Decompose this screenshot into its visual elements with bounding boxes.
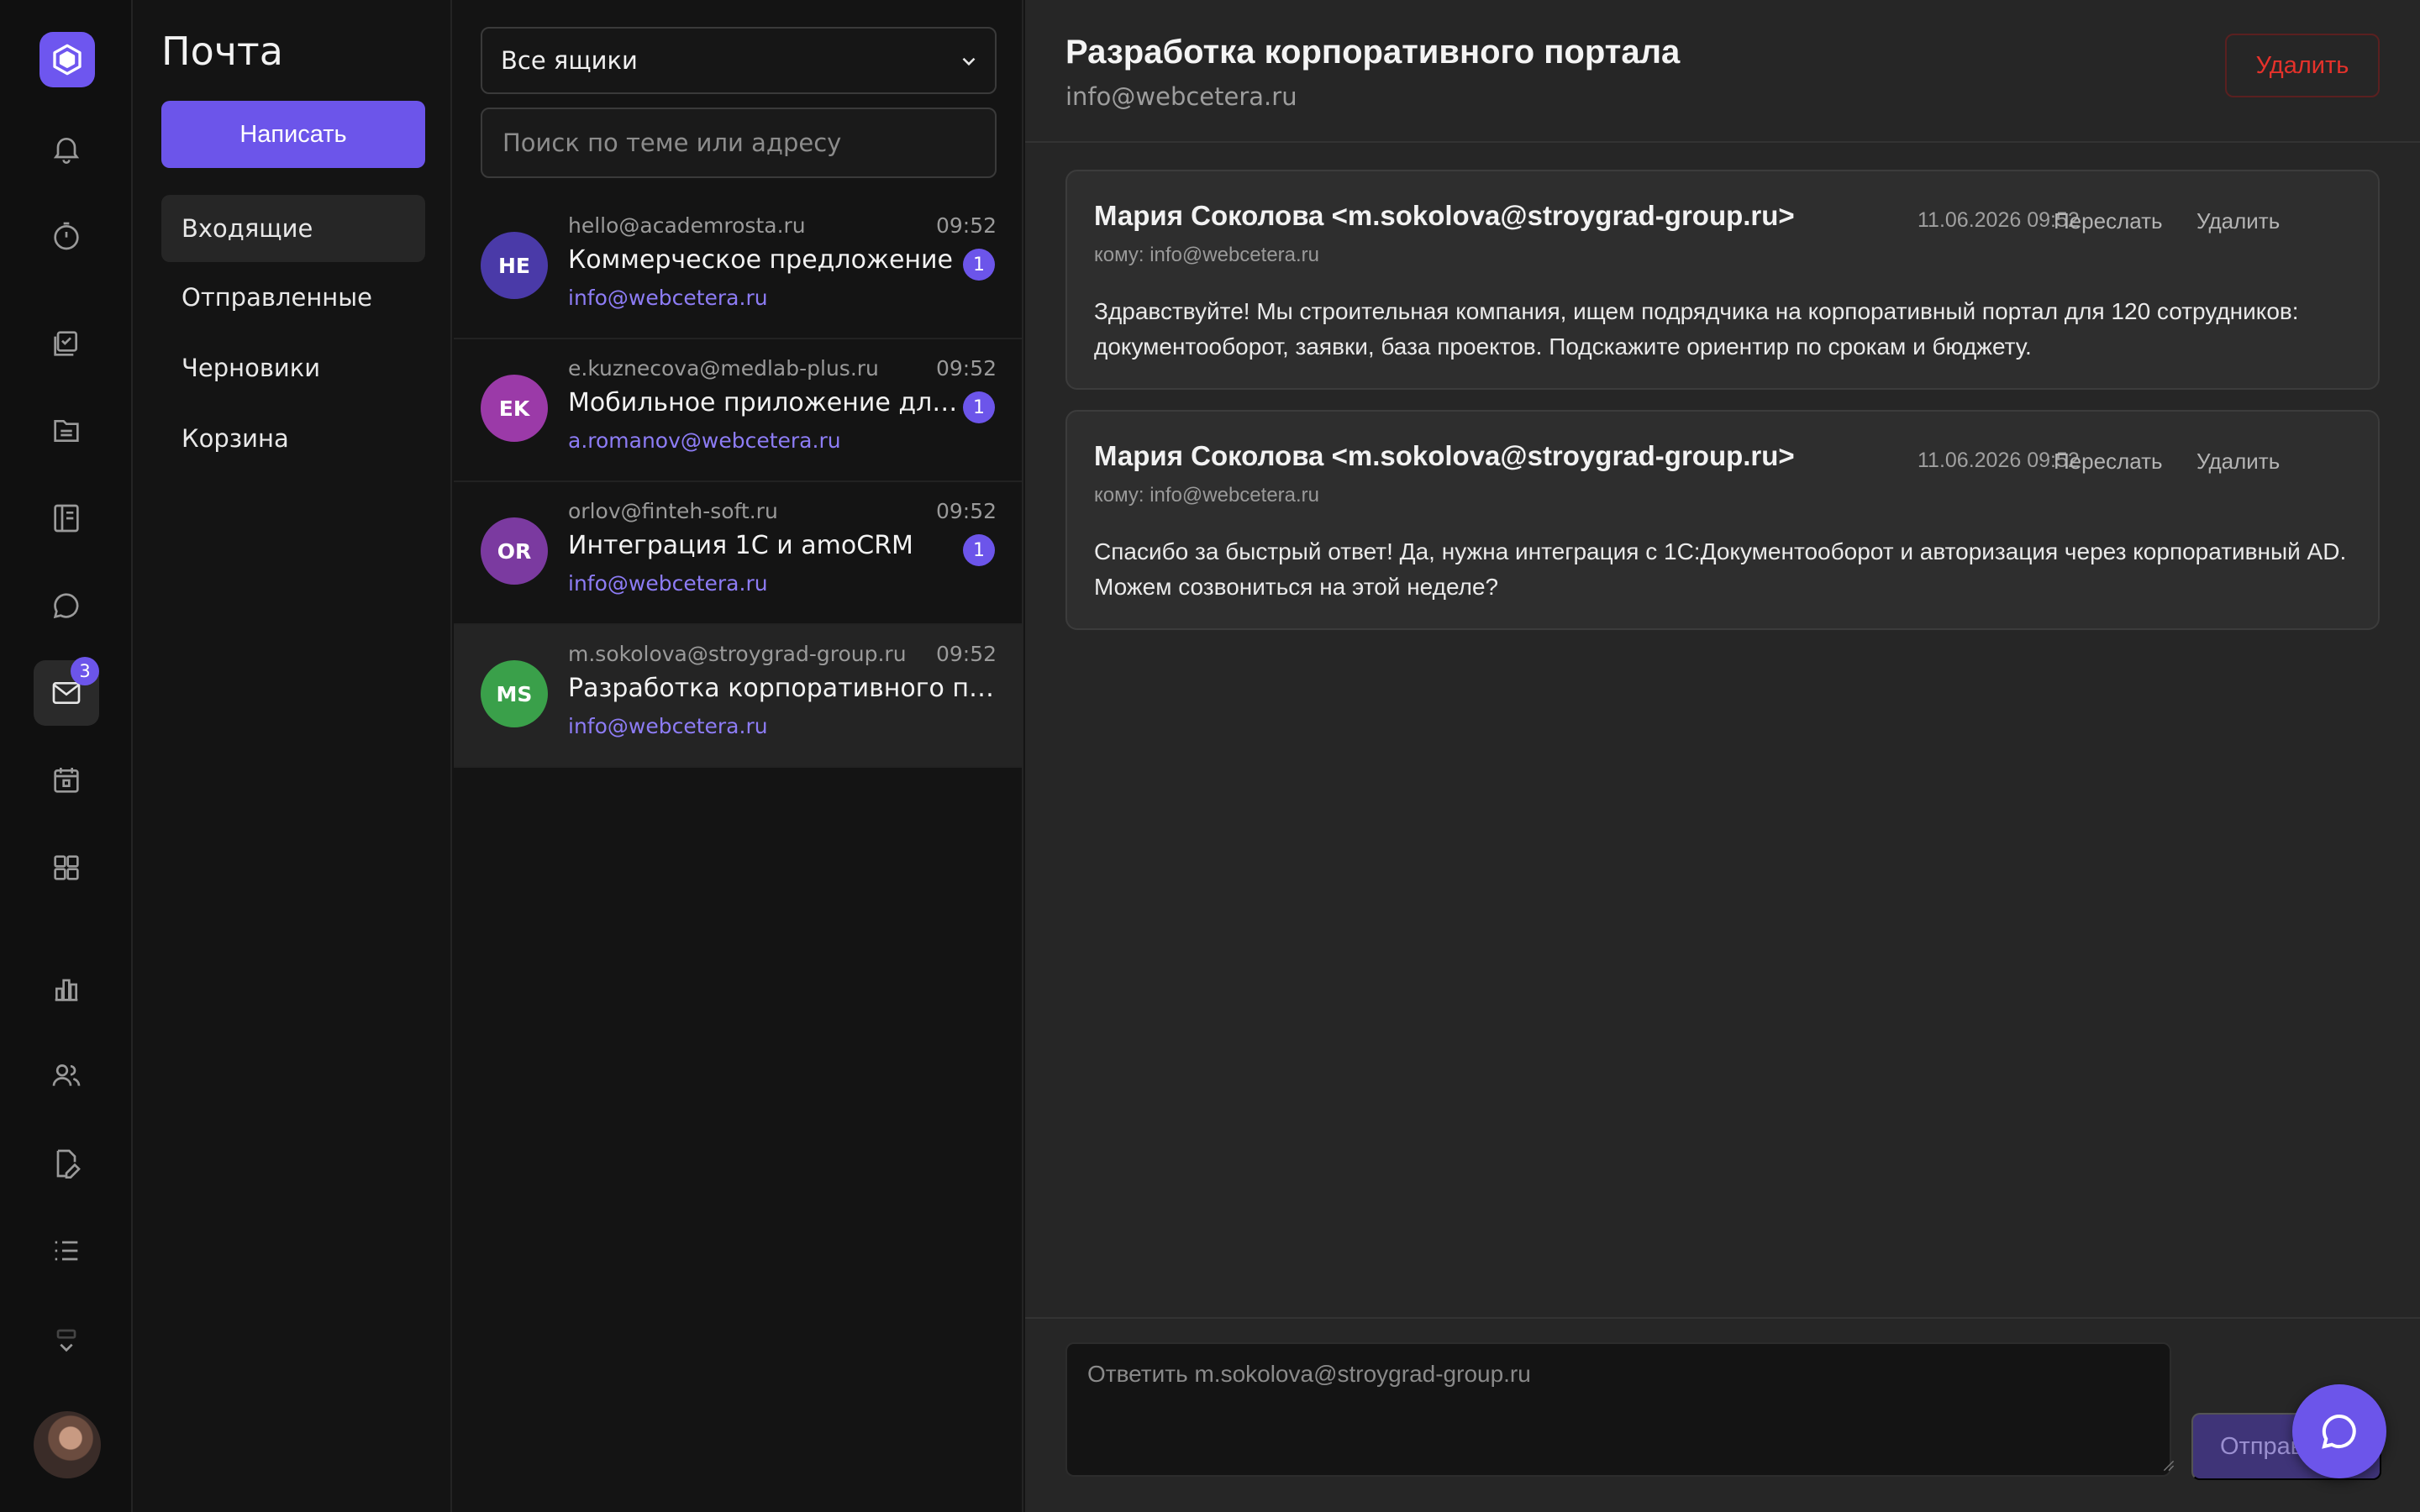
thread-item[interactable]: EK e.kuznecova@medlab-plus.ru 09:52 Моби… (454, 339, 1022, 482)
bar-chart-icon[interactable] (34, 956, 99, 1021)
thread-time: 09:52 (935, 499, 997, 523)
message-card: Мария Соколова <m.sokolova@stroygrad-gro… (1065, 170, 2380, 390)
folder-icon[interactable] (34, 398, 99, 464)
chevron-down-icon[interactable] (34, 1310, 99, 1376)
chevron-down-icon (962, 57, 976, 66)
forward-button[interactable]: Переслать (2054, 449, 2163, 475)
message-card: Мария Соколова <m.sokolova@stroygrad-gro… (1065, 410, 2380, 630)
message-sender: Мария Соколова <m.sokolova@stroygrad-gro… (1094, 440, 1795, 471)
folder-trash[interactable]: Корзина (161, 405, 425, 472)
forward-button[interactable]: Переслать (2054, 208, 2163, 234)
reading-pane: Разработка корпоративного портала info@w… (1025, 0, 2420, 1512)
reply-bar: Ответить m.sokolova@stroygrad-group.ru О… (1025, 1317, 2420, 1512)
apps-grid-icon[interactable] (34, 835, 99, 900)
tasks-icon[interactable] (34, 311, 99, 376)
mail-icon[interactable]: 3 (34, 657, 99, 726)
thread-time: 09:52 (935, 213, 997, 238)
cube-logo-icon[interactable] (39, 32, 95, 87)
unread-count-badge: 1 (963, 391, 995, 423)
thread-from: e.kuznecova@medlab-plus.ru (568, 356, 879, 381)
thread-time: 09:52 (935, 642, 997, 666)
notebook-icon[interactable] (34, 486, 99, 551)
search-input[interactable]: Поиск по теме или адресу (481, 108, 997, 178)
thread-item-selected[interactable]: MS m.sokolova@stroygrad-group.ru 09:52 Р… (454, 625, 1022, 768)
thread-item[interactable]: HE hello@academrosta.ru 09:52 Коммерческ… (454, 197, 1022, 339)
delete-message-button[interactable]: Удалить (2196, 208, 2280, 234)
thread-from: m.sokolova@stroygrad-group.ru (568, 642, 907, 666)
thread-from: orlov@finteh-soft.ru (568, 499, 778, 523)
mailbox-select[interactable]: Все ящики (481, 27, 997, 94)
mail-unread-badge: 3 (71, 657, 99, 685)
sender-avatar: MS (481, 660, 548, 727)
thread-from: hello@academrosta.ru (568, 213, 806, 238)
mailbox-select-value: Все ящики (501, 46, 638, 75)
thread-title: Разработка корпоративного портала (1065, 34, 1681, 71)
unread-count-badge: 1 (963, 534, 995, 566)
message-body: Спасибо за быстрый ответ! Да, нужна инте… (1094, 538, 2347, 600)
page-title: Почта (161, 29, 283, 74)
message-recipient: кому: info@webcetera.ru (1094, 484, 1320, 507)
thread-time: 09:52 (935, 356, 997, 381)
reader-header: Разработка корпоративного портала info@w… (1025, 0, 2420, 143)
folder-inbox[interactable]: Входящие (161, 195, 425, 262)
calendar-icon[interactable] (34, 748, 99, 813)
folder-drafts[interactable]: Черновики (161, 334, 425, 402)
app-rail: 3 (0, 0, 133, 1512)
sender-avatar: EK (481, 375, 548, 442)
bell-icon[interactable] (34, 116, 99, 181)
thread-list-panel: Все ящики Поиск по теме или адресу HE he… (454, 0, 1023, 1512)
chat-bubble-icon[interactable] (34, 573, 99, 638)
thread-to: info@webcetera.ru (568, 714, 768, 738)
message-sender: Мария Соколова <m.sokolova@stroygrad-gro… (1094, 200, 1795, 231)
message-body: Здравствуйте! Мы строительная компания, … (1094, 298, 2299, 360)
thread-subject: Коммерческое предложение (568, 245, 953, 275)
delete-thread-button[interactable]: Удалить (2225, 34, 2380, 97)
thread-to: info@webcetera.ru (568, 571, 768, 596)
user-avatar[interactable] (34, 1411, 101, 1478)
thread-to: info@webcetera.ru (568, 286, 768, 310)
delete-message-button[interactable]: Удалить (2196, 449, 2280, 475)
sender-avatar: HE (481, 232, 548, 299)
thread-to: a.romanov@webcetera.ru (568, 428, 841, 453)
thread-item[interactable]: OR orlov@finteh-soft.ru 09:52 Интеграция… (454, 482, 1022, 625)
thread-subject: Разработка корпоративного портала (568, 674, 997, 703)
resize-grip-icon[interactable] (2163, 1460, 2175, 1472)
folders-panel: Почта Написать Входящие Отправленные Чер… (134, 0, 452, 1512)
reply-textarea[interactable]: Ответить m.sokolova@stroygrad-group.ru (1065, 1342, 2171, 1477)
chat-icon[interactable] (2292, 1384, 2386, 1478)
thread-mailbox: info@webcetera.ru (1065, 82, 1297, 111)
document-edit-icon[interactable] (34, 1131, 99, 1196)
folder-sent[interactable]: Отправленные (161, 264, 425, 331)
thread-subject: Интеграция 1С и amoCRM (568, 531, 913, 560)
list-icon[interactable] (34, 1218, 99, 1284)
sender-avatar: OR (481, 517, 548, 585)
users-icon[interactable] (34, 1043, 99, 1109)
compose-button[interactable]: Написать (161, 101, 425, 168)
stopwatch-icon[interactable] (34, 203, 99, 269)
unread-count-badge: 1 (963, 249, 995, 281)
thread-subject: Мобильное приложение для клиники (568, 388, 963, 417)
message-recipient: кому: info@webcetera.ru (1094, 244, 1320, 266)
